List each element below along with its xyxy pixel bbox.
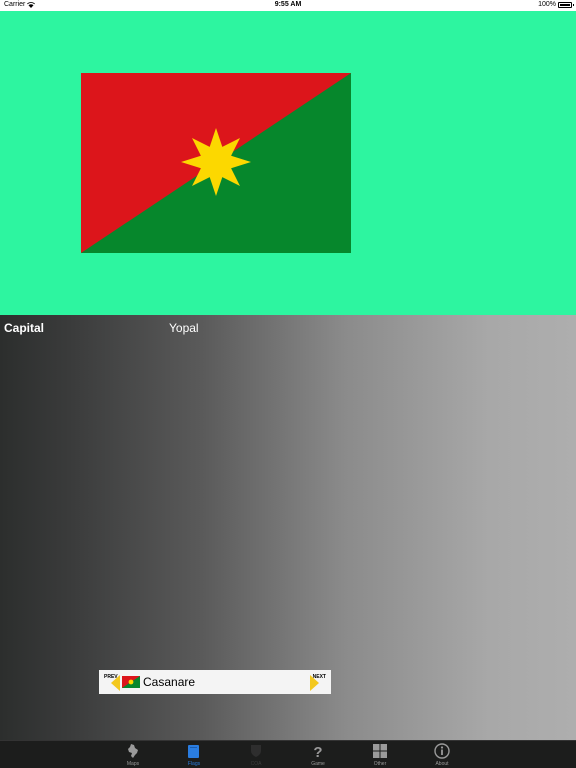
info-icon: [434, 743, 450, 759]
department-navigator: PREV Casanare NEXT: [99, 670, 331, 694]
map-icon: [128, 744, 138, 758]
coat-of-arms-icon: [251, 745, 261, 757]
tab-game[interactable]: ? Game: [298, 741, 338, 768]
battery-icon: [558, 1, 574, 8]
capital-value: Yopal: [169, 321, 199, 335]
tab-flags-label: Flags: [187, 761, 201, 767]
arrow-left-icon: [111, 675, 120, 691]
tab-coa[interactable]: COA: [236, 741, 276, 768]
casanare-flag: [81, 73, 351, 253]
tab-other[interactable]: Other: [360, 741, 400, 768]
tab-bar: Maps Flags COA ? Game Other About: [0, 740, 576, 768]
status-time: 9:55 AM: [274, 1, 302, 8]
tab-about-label: About: [435, 761, 449, 767]
question-icon: ?: [313, 744, 322, 759]
flag-icon: [188, 745, 199, 758]
prev-button[interactable]: PREV: [99, 670, 121, 694]
info-panel: Capital Yopal PREV Casanare NEXT: [0, 315, 576, 740]
tab-game-label: Game: [311, 761, 325, 767]
flag-display: [0, 11, 576, 315]
svg-text:?: ?: [313, 744, 322, 759]
grid-icon: [373, 744, 387, 758]
next-button[interactable]: NEXT: [309, 670, 331, 694]
battery-group: 100%: [538, 1, 574, 8]
battery-percent: 100%: [538, 1, 556, 8]
tab-maps[interactable]: Maps: [113, 741, 153, 768]
capital-label: Capital: [4, 321, 45, 335]
tab-maps-label: Maps: [126, 761, 140, 767]
tab-flags[interactable]: Flags: [174, 741, 214, 768]
mini-flag-icon: [122, 676, 140, 688]
current-department-name: Casanare: [143, 675, 196, 689]
tab-coa-label: COA: [250, 761, 262, 767]
status-bar: Carrier 9:55 AM 100%: [0, 0, 576, 11]
tab-about[interactable]: About: [422, 741, 462, 768]
arrow-right-icon: [310, 675, 319, 691]
tab-other-label: Other: [373, 761, 387, 767]
